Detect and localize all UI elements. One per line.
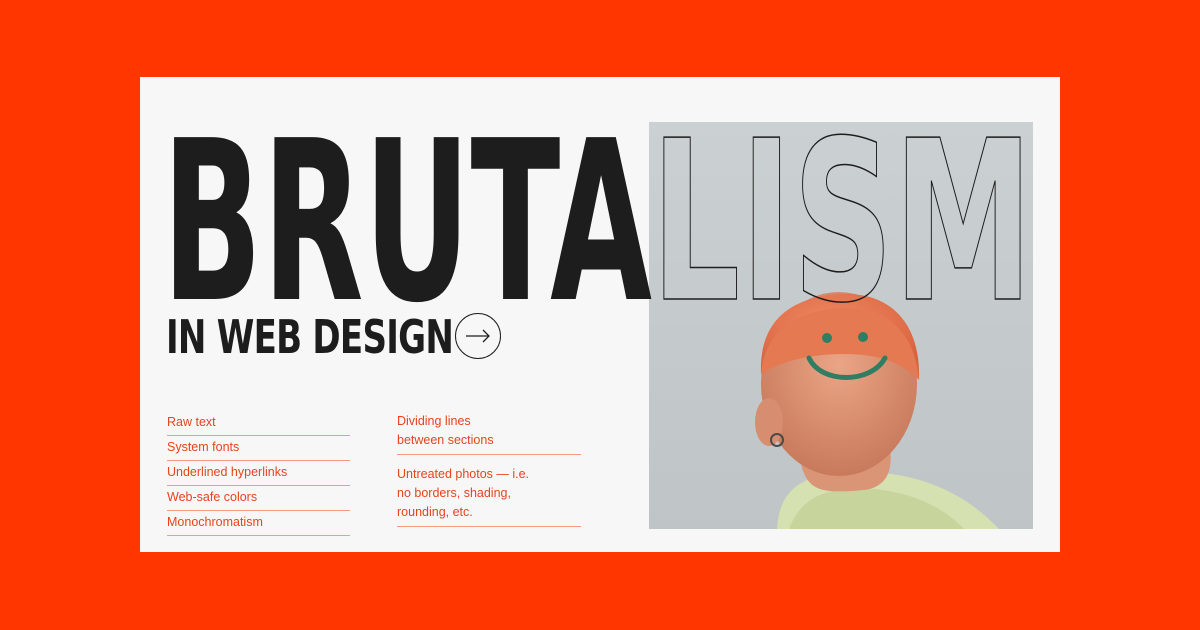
list-item: Underlined hyperlinks [167,462,350,486]
arrow-button[interactable] [455,313,501,359]
list-item-line: no borders, shading, [397,486,511,500]
list-item: Dividing lines between sections [397,412,581,455]
list-item: Raw text [167,412,350,436]
list-item: Web-safe colors [167,487,350,511]
subtitle: IN WEB DESIGN [166,310,454,364]
feature-list-right: Dividing lines between sections Untreate… [397,412,581,537]
list-item-line: Dividing lines [397,414,471,428]
title-outline: LISM [651,94,1033,352]
arrow-right-icon [466,329,490,343]
title-graphic: BRUTA LISM [162,93,1034,353]
hero-card: BRUTA LISM IN WEB DESIGN Raw text System… [140,77,1060,552]
feature-list-left: Raw text System fonts Underlined hyperli… [167,412,350,537]
list-item: Untreated photos — i.e. no borders, shad… [397,465,581,527]
list-item-line: between sections [397,433,494,447]
list-item-line: Untreated photos — i.e. [397,467,530,481]
list-item: Monochromatism [167,512,350,536]
list-item: System fonts [167,437,350,461]
list-item-line: rounding, etc. [397,505,473,519]
